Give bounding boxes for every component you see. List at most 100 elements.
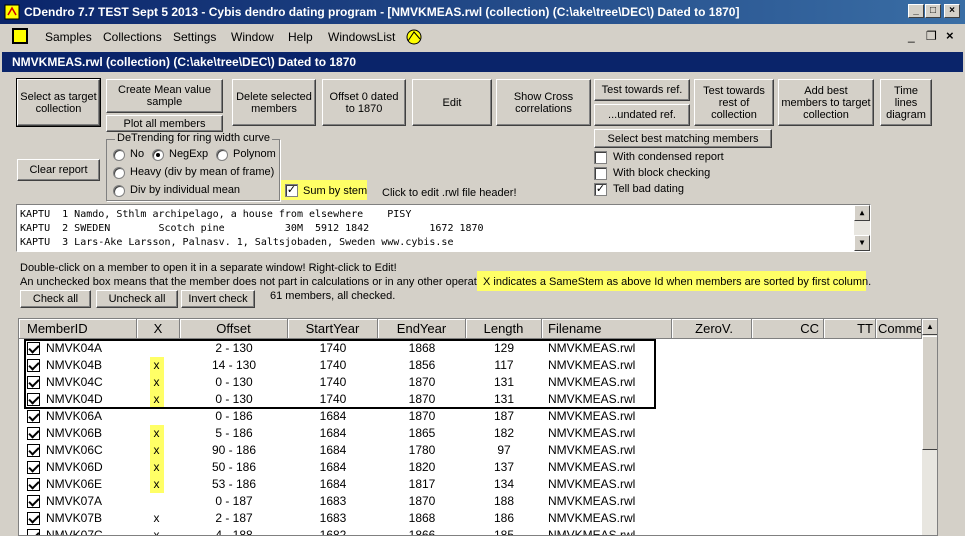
cell-memberid: NMVK04A bbox=[46, 341, 103, 355]
menu-settings[interactable]: Settings bbox=[173, 30, 216, 44]
table-row[interactable]: NMVK07B x 2 - 187 1683 1868 186 NMVKMEAS.rwl bbox=[19, 510, 922, 527]
menu-collections[interactable]: Collections bbox=[103, 30, 162, 44]
cell-x: x bbox=[153, 477, 160, 491]
members-grid[interactable]: MemberID X Offset StartYear EndYear Leng… bbox=[18, 318, 938, 536]
table-row[interactable]: NMVK06B x 5 - 186 1684 1865 182 NMVKMEAS.rwl bbox=[19, 425, 922, 442]
col-cc[interactable]: CC bbox=[752, 319, 824, 339]
col-tt[interactable]: TT bbox=[824, 319, 876, 339]
edit-header-link[interactable]: Click to edit .rwl file header! bbox=[382, 187, 517, 199]
sum-by-stem-checkbox[interactable]: ✓ bbox=[285, 184, 298, 197]
plot-all-button[interactable]: Plot all members bbox=[106, 115, 223, 132]
cell-length: 117 bbox=[494, 358, 514, 372]
cell-endyear: 1865 bbox=[408, 426, 436, 440]
cell-offset: 14 - 130 bbox=[211, 358, 257, 372]
inner-restore-button[interactable]: ❐ bbox=[926, 29, 937, 43]
scroll-down-icon[interactable]: ▼ bbox=[854, 235, 870, 251]
member-checkbox[interactable] bbox=[27, 478, 40, 491]
select-target-button[interactable]: Select as target collection bbox=[16, 78, 101, 127]
grid-scrollbar[interactable]: ▲ bbox=[922, 319, 937, 535]
cell-memberid: NMVK06C bbox=[46, 443, 103, 457]
table-row[interactable]: NMVK07A 0 - 187 1683 1870 188 NMVKMEAS.rwl bbox=[19, 493, 922, 510]
member-checkbox[interactable] bbox=[27, 427, 40, 440]
table-row[interactable]: NMVK04D x 0 - 130 1740 1870 131 NMVKMEAS.rwl bbox=[19, 391, 922, 408]
condensed-checkbox[interactable] bbox=[594, 151, 607, 164]
close-button[interactable]: × bbox=[944, 4, 960, 18]
child-window-icon[interactable] bbox=[12, 28, 28, 44]
dendro-logo-icon[interactable] bbox=[404, 27, 424, 47]
add-best-button[interactable]: Add best members to target collection bbox=[778, 79, 874, 126]
member-checkbox[interactable] bbox=[27, 410, 40, 423]
test-towards-ref-button[interactable]: Test towards ref. bbox=[594, 79, 690, 101]
col-filename[interactable]: Filename bbox=[542, 319, 672, 339]
clear-report-button[interactable]: Clear report bbox=[17, 159, 100, 181]
menu-windowslist[interactable]: WindowsList bbox=[328, 30, 395, 44]
undated-ref-button[interactable]: ...undated ref. bbox=[594, 104, 690, 126]
uncheck-all-button[interactable]: Uncheck all bbox=[96, 290, 178, 308]
member-checkbox[interactable] bbox=[27, 529, 40, 535]
grid-scroll-up-icon[interactable]: ▲ bbox=[922, 319, 937, 335]
cell-endyear: 1868 bbox=[408, 511, 436, 525]
block-checkbox[interactable] bbox=[594, 167, 607, 180]
table-row[interactable]: NMVK04A 2 - 130 1740 1868 129 NMVKMEAS.rwl bbox=[19, 340, 922, 357]
member-checkbox[interactable] bbox=[27, 444, 40, 457]
create-mean-button[interactable]: Create Mean value sample bbox=[106, 79, 223, 113]
time-lines-button[interactable]: Time lines diagram bbox=[880, 79, 932, 126]
menu-samples[interactable]: Samples bbox=[45, 30, 92, 44]
member-checkbox[interactable] bbox=[27, 342, 40, 355]
menu-help[interactable]: Help bbox=[288, 30, 313, 44]
table-row[interactable]: NMVK04C x 0 - 130 1740 1870 131 NMVKMEAS.rwl bbox=[19, 374, 922, 391]
offset0-button[interactable]: Offset 0 dated to 1870 bbox=[322, 79, 406, 126]
table-row[interactable]: NMVK06C x 90 - 186 1684 1780 97 NMVKMEAS.rwl bbox=[19, 442, 922, 459]
cell-memberid: NMVK06E bbox=[46, 477, 103, 491]
inner-close-button[interactable]: × bbox=[946, 28, 954, 43]
col-comment[interactable]: Comment bbox=[876, 319, 922, 339]
cell-startyear: 1684 bbox=[319, 426, 347, 440]
col-startyear[interactable]: StartYear bbox=[288, 319, 378, 339]
radio-no[interactable] bbox=[113, 149, 125, 161]
col-endyear[interactable]: EndYear bbox=[378, 319, 466, 339]
col-offset[interactable]: Offset bbox=[180, 319, 288, 339]
app-icon[interactable] bbox=[4, 4, 20, 20]
member-checkbox[interactable] bbox=[27, 376, 40, 389]
bad-dating-checkbox[interactable]: ✓ bbox=[594, 183, 607, 196]
radio-negexp[interactable] bbox=[152, 149, 164, 161]
table-row[interactable]: NMVK07C x 4 - 188 1682 1866 185 NMVKMEAS.rwl bbox=[19, 527, 922, 536]
table-row[interactable]: NMVK04B x 14 - 130 1740 1856 117 NMVKMEAS.rwl bbox=[19, 357, 922, 374]
table-row[interactable]: NMVK06A 0 - 186 1684 1870 187 NMVKMEAS.rwl bbox=[19, 408, 922, 425]
cell-memberid: NMVK06B bbox=[46, 426, 103, 440]
table-row[interactable]: NMVK06E x 53 - 186 1684 1817 134 NMVKMEAS.rwl bbox=[19, 476, 922, 493]
radio-polynom[interactable] bbox=[216, 149, 228, 161]
rwl-header-memo[interactable]: KAPTU 1 Namdo, Sthlm archipelago, a hous… bbox=[16, 204, 871, 252]
edit-button[interactable]: Edit bbox=[412, 79, 492, 126]
memo-scrollbar[interactable]: ▲ ▼ bbox=[854, 205, 870, 251]
member-checkbox[interactable] bbox=[27, 495, 40, 508]
table-row[interactable]: NMVK06D x 50 - 186 1684 1820 137 NMVKMEAS.rwl bbox=[19, 459, 922, 476]
member-checkbox[interactable] bbox=[27, 359, 40, 372]
invert-check-button[interactable]: Invert check bbox=[181, 290, 255, 308]
radio-heavy[interactable] bbox=[113, 167, 125, 179]
radio-div-individual[interactable] bbox=[113, 185, 125, 197]
col-memberid[interactable]: MemberID bbox=[19, 319, 137, 339]
test-rest-button[interactable]: Test towards rest of collection bbox=[694, 79, 774, 126]
col-x[interactable]: X bbox=[137, 319, 180, 339]
show-cross-button[interactable]: Show Cross correlations bbox=[496, 79, 591, 126]
inner-minimize-button[interactable]: _ bbox=[908, 29, 915, 43]
member-checkbox[interactable] bbox=[27, 461, 40, 474]
cell-x: x bbox=[153, 460, 160, 474]
radio-heavy-label: Heavy (div by mean of frame) bbox=[130, 166, 275, 178]
col-length[interactable]: Length bbox=[466, 319, 542, 339]
scroll-up-icon[interactable]: ▲ bbox=[854, 205, 870, 221]
maximize-button[interactable]: □ bbox=[925, 4, 941, 18]
check-all-button[interactable]: Check all bbox=[20, 290, 91, 308]
member-checkbox[interactable] bbox=[27, 512, 40, 525]
menu-window[interactable]: Window bbox=[231, 30, 274, 44]
grid-scroll-thumb[interactable] bbox=[922, 336, 937, 450]
delete-selected-button[interactable]: Delete selected members bbox=[232, 79, 316, 126]
member-checkbox[interactable] bbox=[27, 393, 40, 406]
cell-memberid: NMVK07C bbox=[46, 528, 103, 536]
col-zerov[interactable]: ZeroV. bbox=[672, 319, 752, 339]
cell-endyear: 1866 bbox=[408, 528, 436, 536]
minimize-button[interactable]: _ bbox=[908, 4, 924, 18]
select-best-button[interactable]: Select best matching members bbox=[594, 129, 772, 148]
cell-startyear: 1683 bbox=[319, 511, 347, 525]
